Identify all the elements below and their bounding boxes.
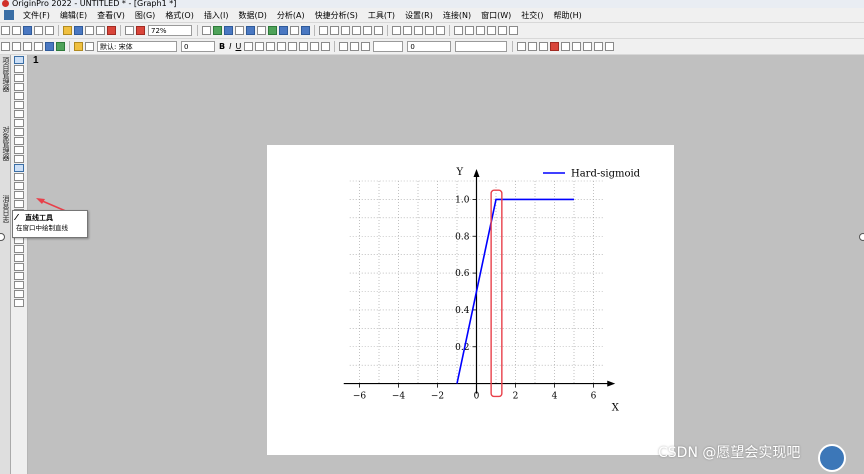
watermark-avatar xyxy=(818,444,846,472)
y-tick-label: 1.0 xyxy=(455,195,470,205)
x-axis-label: X xyxy=(612,403,620,414)
x-tick-label: −2 xyxy=(431,392,444,402)
x-tick-label: −6 xyxy=(353,392,367,402)
y-tick-label: 0.4 xyxy=(455,306,470,316)
tooltip-title: 直线工具 xyxy=(13,213,84,223)
graph-page[interactable]: −6 −4 −2 0 2 4 6 0.2 0.4 0.6 0.8 1.0 X Y Hard-sigmoid xyxy=(267,145,674,455)
red-arrow-head xyxy=(36,198,45,204)
highlight-rectangle xyxy=(490,189,503,398)
chart-svg: −6 −4 −2 0 2 4 6 0.2 0.4 0.6 0.8 1.0 X Y Hard-sigmoid xyxy=(343,167,641,414)
tooltip-description: 在窗口中绘制直线 xyxy=(16,224,68,232)
y-tick-label: 0.6 xyxy=(455,269,470,279)
x-tick-label: −4 xyxy=(392,392,406,402)
y-axis-arrow xyxy=(473,169,480,177)
y-tick-label: 0.8 xyxy=(455,232,470,242)
x-tick-label: 6 xyxy=(591,392,597,402)
x-tick-label: 4 xyxy=(552,392,558,402)
x-tick-label: 0 xyxy=(474,392,480,402)
csdn-watermark: CSDN @愿望会实现吧 xyxy=(658,445,801,461)
legend-label: Hard-sigmoid xyxy=(571,169,641,180)
y-tick-label: 0.2 xyxy=(455,343,469,353)
y-axis-label: Y xyxy=(456,167,464,178)
line-icon xyxy=(13,214,26,220)
line-tool-tooltip: 直线工具 在窗口中绘制直线 xyxy=(12,210,88,238)
x-axis-arrow xyxy=(607,380,616,387)
x-tick-label: 2 xyxy=(513,392,519,402)
